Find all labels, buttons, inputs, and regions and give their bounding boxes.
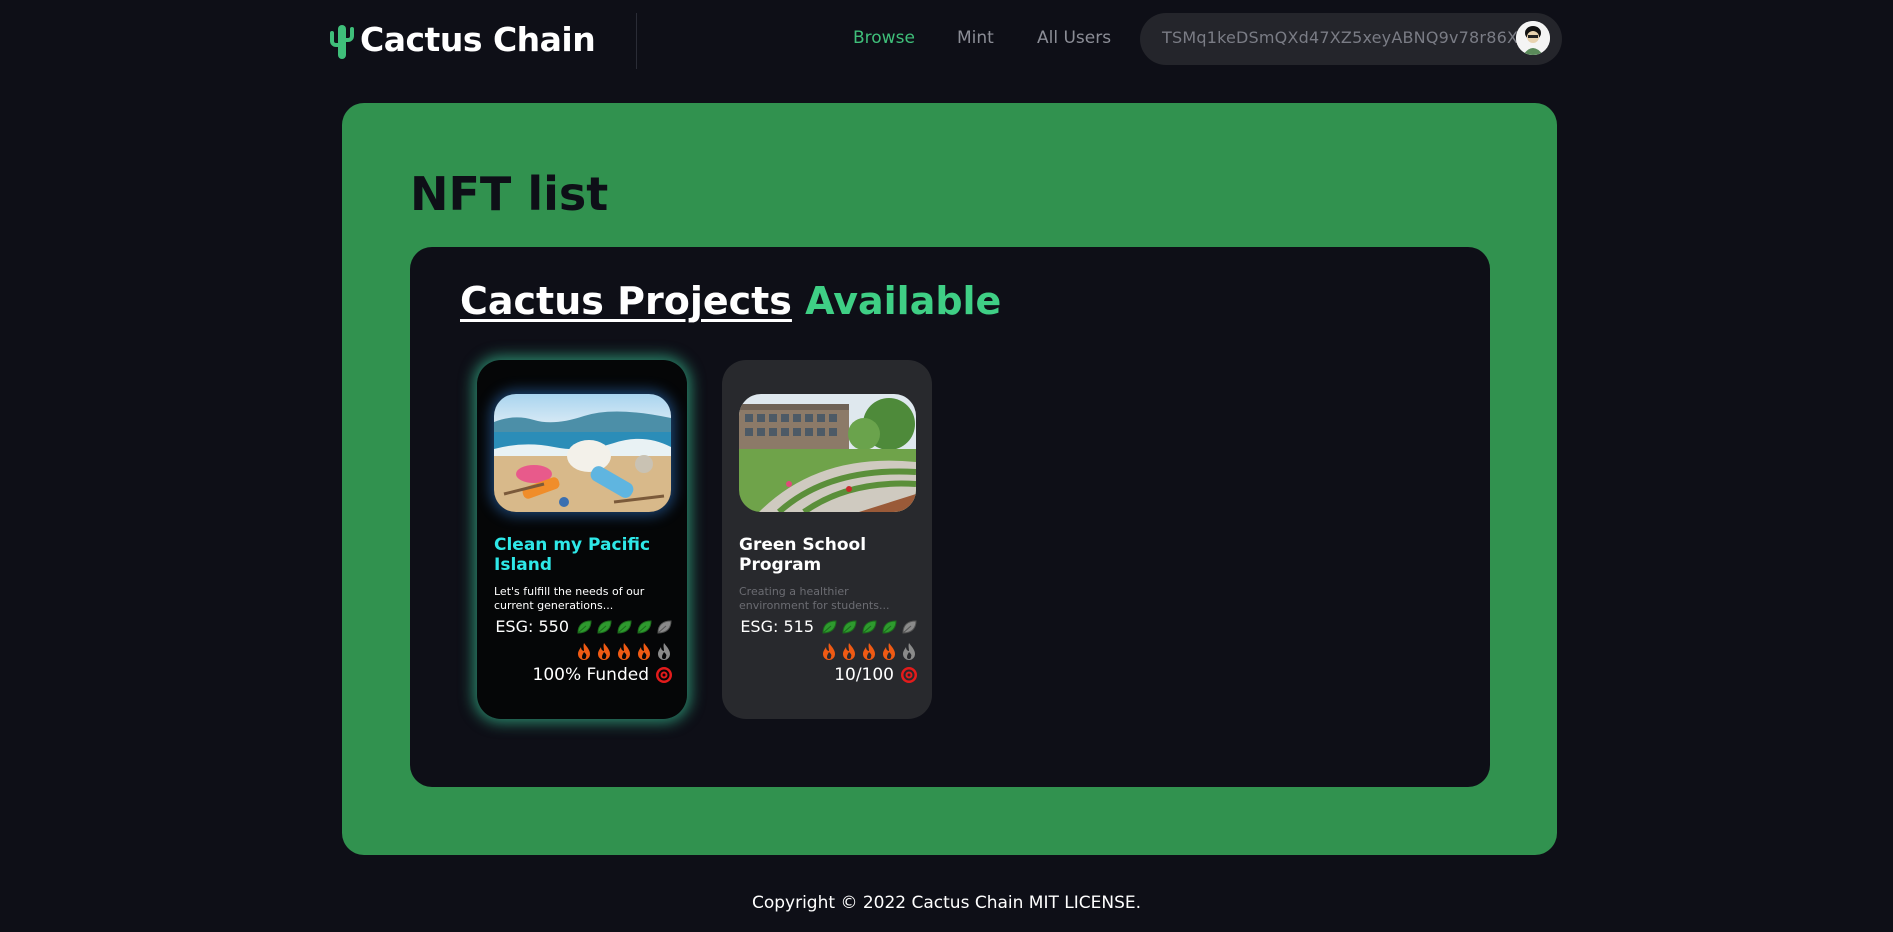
flame-empty-icon — [903, 643, 915, 660]
flame-icon — [618, 643, 630, 660]
leaf-empty-icon — [657, 619, 672, 634]
flame-icon — [843, 643, 855, 660]
cactus-icon — [330, 24, 354, 59]
card-description: Let's fulfill the needs of our current g… — [494, 585, 645, 612]
esg-score: ESG: 550 — [495, 617, 569, 636]
nav-mint[interactable]: Mint — [957, 28, 994, 48]
section-title-suffix: Available — [805, 279, 1002, 323]
flame-icon — [598, 643, 610, 660]
flame-icon — [883, 643, 895, 660]
funding-text: 10/100 — [834, 665, 894, 685]
page-title: NFT list — [410, 167, 609, 221]
nav-all-users[interactable]: All Users — [1037, 28, 1111, 48]
flame-icon — [578, 643, 590, 660]
leaf-icon — [842, 619, 857, 634]
leaf-icon — [822, 619, 837, 634]
flame-icon — [823, 643, 835, 660]
avatar-icon — [1516, 21, 1550, 55]
leaf-icon — [597, 619, 612, 634]
card-title: Green School Program — [739, 535, 867, 575]
card-description: Creating a healthier environment for stu… — [739, 585, 890, 612]
leaf-icon — [617, 619, 632, 634]
leaf-icon — [862, 619, 877, 634]
footer-copyright: Copyright © 2022 Cactus Chain MIT LICENS… — [751, 893, 1142, 913]
leaf-empty-icon — [902, 619, 917, 634]
nav-browse[interactable]: Browse — [853, 28, 915, 48]
school-building-image — [739, 394, 916, 512]
card-title: Clean my Pacific Island — [494, 535, 651, 575]
section-title: Cactus Projects Available — [460, 279, 1001, 323]
funding-text: 100% Funded — [532, 665, 649, 685]
funding-status: 10/100 — [834, 665, 918, 685]
brand-logo[interactable]: Cactus Chain — [328, 20, 596, 59]
esg-score: ESG: 515 — [740, 617, 814, 636]
flame-icon — [638, 643, 650, 660]
leaf-icon — [882, 619, 897, 634]
projects-container: Cactus Projects Available Clean my Pacif… — [410, 247, 1490, 787]
flame-icon — [863, 643, 875, 660]
target-icon — [656, 667, 672, 683]
header-divider — [636, 13, 637, 69]
flame-rating — [575, 642, 673, 660]
flame-rating — [820, 642, 918, 660]
content-panel: NFT list Cactus Projects Available Clean… — [342, 103, 1557, 855]
brand-name: Cactus Chain — [360, 20, 596, 59]
project-card[interactable]: Clean my Pacific Island Let's fulfill th… — [477, 360, 687, 719]
esg-rating: ESG: 515 — [740, 617, 918, 636]
avatar[interactable] — [1516, 21, 1550, 55]
leaf-icon — [637, 619, 652, 634]
esg-rating: ESG: 550 — [495, 617, 673, 636]
wallet-address: TSMq1keDSmQXd47XZ5xeyABNQ9v78r86XT — [1162, 28, 1528, 47]
section-title-link[interactable]: Cactus Projects — [460, 279, 792, 323]
funding-status: 100% Funded — [533, 665, 673, 685]
target-icon — [901, 667, 917, 683]
top-nav-bar: Cactus Chain Browse Mint All Users TSMq1… — [0, 0, 1893, 80]
wallet-pill[interactable]: TSMq1keDSmQXd47XZ5xeyABNQ9v78r86XT — [1140, 13, 1562, 65]
beach-plastic-image — [494, 394, 671, 512]
leaf-icon — [577, 619, 592, 634]
flame-empty-icon — [658, 643, 670, 660]
project-card[interactable]: Green School Program Creating a healthie… — [722, 360, 932, 719]
